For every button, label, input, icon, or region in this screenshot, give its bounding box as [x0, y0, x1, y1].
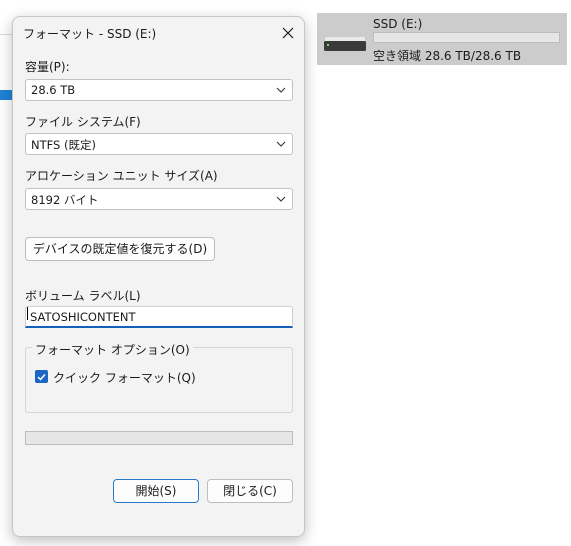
filesystem-value: NTFS (既定) — [31, 138, 96, 152]
text-caret — [27, 307, 28, 320]
background-selection-indicator — [0, 90, 12, 100]
format-progress-bar — [25, 431, 293, 445]
capacity-label: 容量(P): — [25, 60, 70, 74]
restore-defaults-button[interactable]: デバイスの既定値を復元する(D) — [25, 237, 215, 261]
start-button[interactable]: 開始(S) — [113, 479, 199, 503]
capacity-value: 28.6 TB — [31, 83, 76, 97]
quick-format-label[interactable]: クイック フォーマット(Q) — [53, 369, 196, 386]
quick-format-checkbox[interactable] — [35, 370, 48, 383]
capacity-dropdown[interactable]: 28.6 TB — [25, 79, 293, 101]
dialog-title: フォーマット - SSD (E:) — [23, 27, 157, 41]
chevron-down-icon — [276, 141, 286, 147]
format-options-title: フォーマット オプション(O) — [32, 341, 193, 358]
drive-name: SSD (E:) — [373, 17, 423, 31]
chevron-down-icon — [276, 196, 286, 202]
drive-free-space: 空き領域 28.6 TB/28.6 TB — [373, 49, 522, 63]
volume-label-input[interactable]: SATOSHICONTENT — [25, 306, 293, 328]
filesystem-dropdown[interactable]: NTFS (既定) — [25, 133, 293, 155]
allocation-label: アロケーション ユニット サイズ(A) — [25, 169, 218, 183]
dialog-close-button[interactable]: 閉じる(C) — [207, 479, 293, 503]
close-button[interactable] — [275, 20, 301, 46]
allocation-value: 8192 バイト — [31, 193, 99, 207]
allocation-dropdown[interactable]: 8192 バイト — [25, 188, 293, 210]
checkmark-icon — [37, 373, 46, 381]
drive-usage-bar — [373, 32, 560, 43]
format-dialog: フォーマット - SSD (E:) 容量(P): 28.6 TB ファイル シス… — [12, 16, 305, 537]
drive-tile[interactable]: SSD (E:) 空き領域 28.6 TB/28.6 TB — [317, 13, 567, 65]
hard-drive-icon — [324, 37, 366, 51]
volume-label-label: ボリューム ラベル(L) — [25, 289, 141, 303]
chevron-down-icon — [276, 87, 286, 93]
volume-label-value: SATOSHICONTENT — [30, 310, 136, 324]
filesystem-label: ファイル システム(F) — [25, 115, 141, 129]
close-icon — [282, 27, 294, 39]
background-divider — [0, 34, 12, 35]
